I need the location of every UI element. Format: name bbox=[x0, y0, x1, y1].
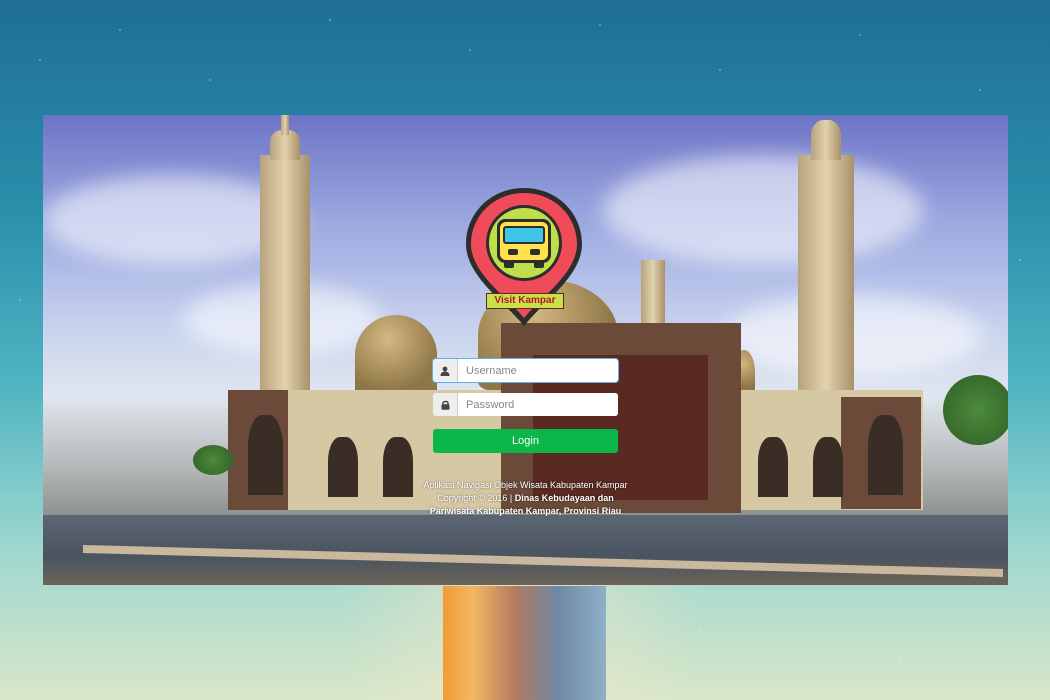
visit-kampar-logo: Visit Kampar bbox=[464, 186, 584, 331]
user-icon bbox=[433, 359, 458, 382]
login-button[interactable]: Login bbox=[433, 429, 618, 453]
username-field-group bbox=[433, 359, 618, 382]
agency-name-part1: Dinas Kebudayaan dan bbox=[514, 493, 614, 503]
password-input[interactable] bbox=[458, 393, 618, 416]
map-pin-bus-icon bbox=[466, 188, 582, 326]
app-description: Aplikasi Navigasi Objek Wisata Kabupaten… bbox=[423, 480, 628, 490]
copyright-line: Copyright © 2016 | Dinas Kebudayaan dan bbox=[437, 493, 614, 503]
login-page-screenshot: Visit Kampar Login Aplikasi Na bbox=[43, 115, 1008, 585]
lock-icon bbox=[433, 393, 458, 416]
password-field-group bbox=[433, 393, 618, 416]
logo-text: Visit Kampar bbox=[486, 293, 564, 309]
footer-text: Aplikasi Navigasi Objek Wisata Kabupaten… bbox=[383, 479, 668, 518]
username-input[interactable] bbox=[458, 359, 618, 382]
login-form: Login bbox=[433, 359, 618, 453]
agency-name-part2: Pariwisata Kabupaten Kampar, Provinsi Ri… bbox=[429, 506, 622, 516]
background-pillar bbox=[443, 586, 606, 700]
